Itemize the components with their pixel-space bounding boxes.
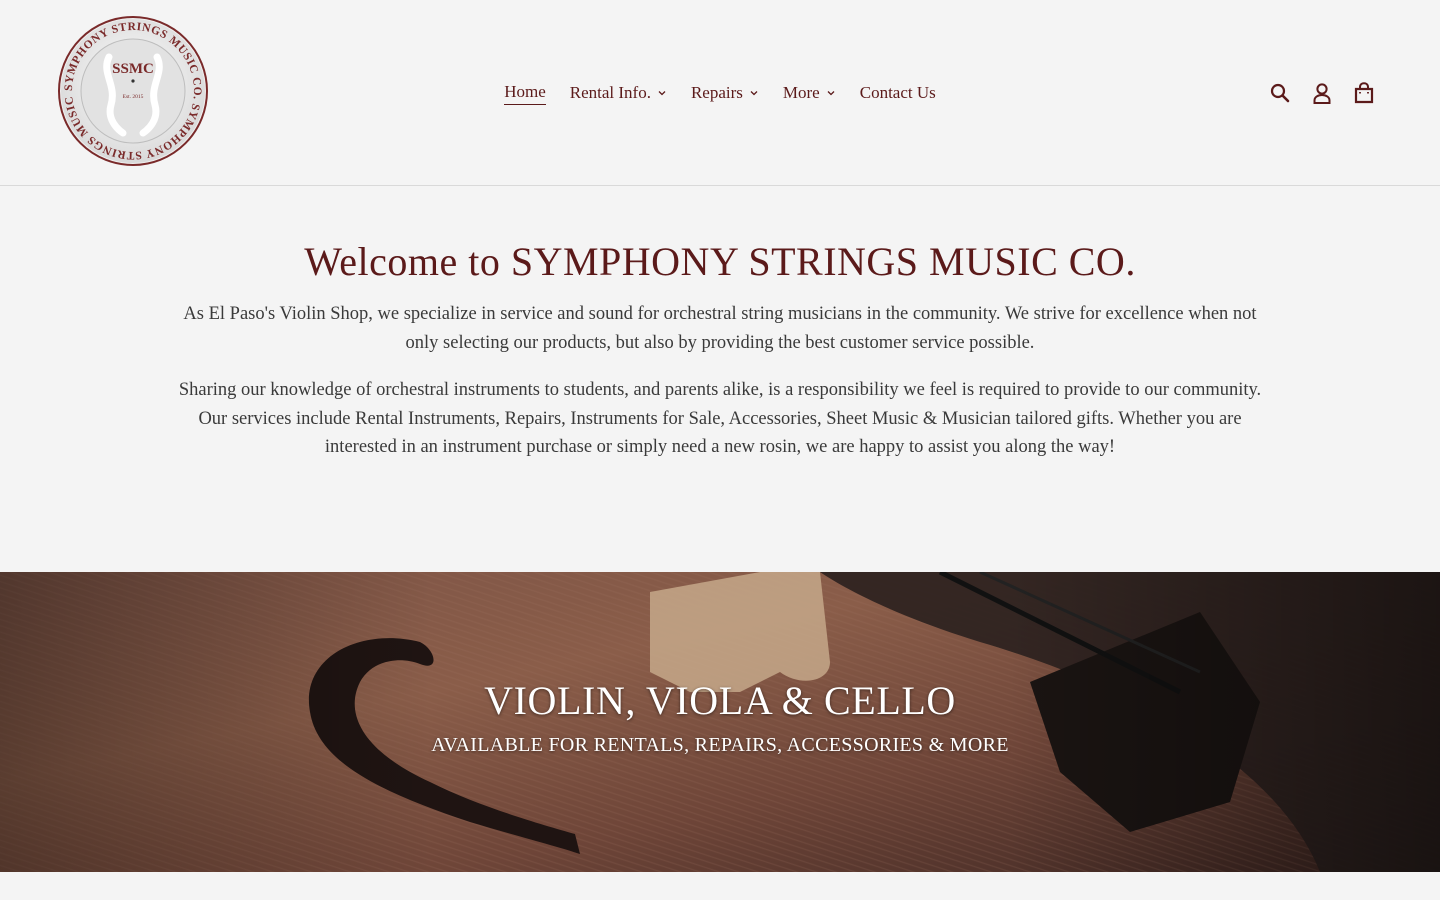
nav-item-more[interactable]: More bbox=[771, 80, 848, 105]
nav-label-rental-info: Rental Info. bbox=[569, 82, 651, 102]
chevron-down-icon bbox=[749, 88, 759, 98]
nav-label-more: More bbox=[782, 82, 820, 102]
nav-item-repairs[interactable]: Repairs bbox=[679, 80, 771, 105]
welcome-section: Welcome to SYMPHONY STRINGS MUSIC CO. As… bbox=[0, 186, 1440, 572]
nav-item-rental-info[interactable]: Rental Info. bbox=[558, 80, 679, 105]
nav-item-home[interactable]: Home bbox=[492, 80, 558, 105]
cart-icon[interactable] bbox=[1352, 81, 1376, 105]
welcome-title: Welcome to SYMPHONY STRINGS MUSIC CO. bbox=[304, 239, 1136, 284]
site-header: SYMPHONY STRINGS MUSIC CO. SYMPHONY STRI… bbox=[0, 0, 1440, 186]
welcome-paragraph-1: As El Paso's Violin Shop, we specialize … bbox=[183, 304, 1257, 353]
hero-text: VIOLIN, VIOLA & CELLO AVAILABLE FOR RENT… bbox=[0, 678, 1440, 758]
header-icons bbox=[1268, 81, 1376, 105]
hero-subtitle: AVAILABLE FOR RENTALS, REPAIRS, ACCESSOR… bbox=[431, 734, 1009, 756]
logo-initials: SSMC bbox=[112, 61, 154, 77]
hero-title: VIOLIN, VIOLA & CELLO bbox=[484, 678, 956, 723]
hero-banner: VIOLIN, VIOLA & CELLO AVAILABLE FOR RENT… bbox=[0, 572, 1440, 872]
search-icon[interactable] bbox=[1268, 81, 1292, 105]
nav-label-contact-us: Contact Us bbox=[859, 82, 936, 102]
chevron-down-icon bbox=[826, 88, 836, 98]
nav-label-repairs: Repairs bbox=[690, 82, 743, 102]
chevron-down-icon bbox=[657, 88, 667, 98]
nav-item-contact-us[interactable]: Contact Us bbox=[848, 80, 948, 105]
welcome-paragraph-2: Sharing our knowledge of orchestral inst… bbox=[178, 380, 1262, 457]
nav-label-home: Home bbox=[504, 80, 546, 105]
page-bottom-strip bbox=[0, 872, 1440, 900]
main-navigation: Home Rental Info. Repairs More Contact U… bbox=[0, 80, 1440, 105]
account-icon[interactable] bbox=[1310, 81, 1334, 105]
